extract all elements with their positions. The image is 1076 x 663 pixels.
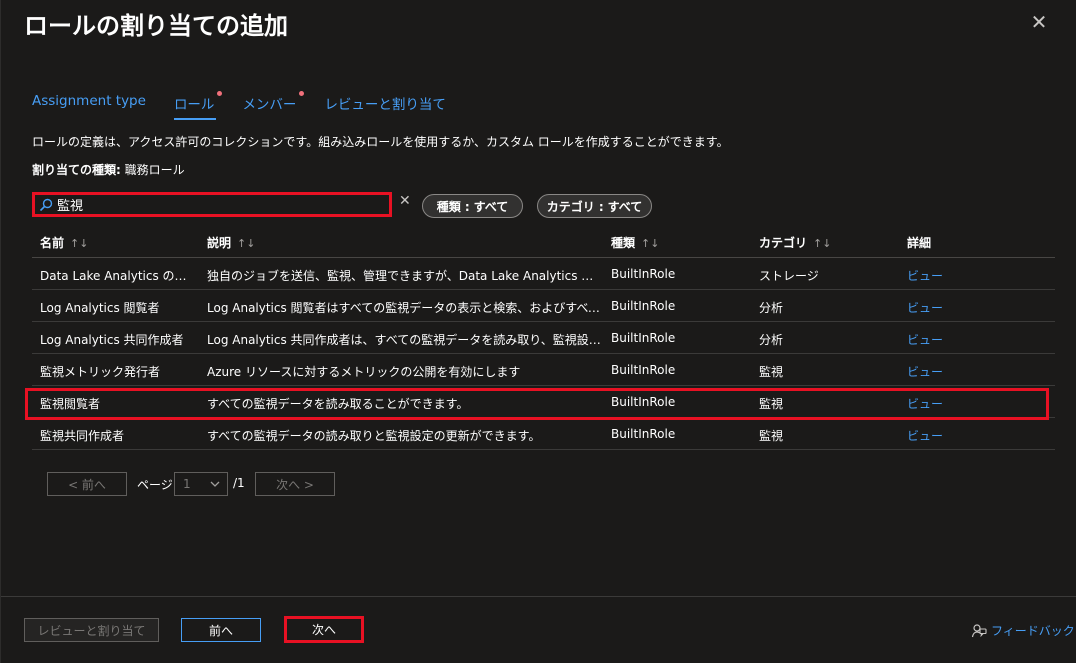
role-category: 監視 (759, 429, 784, 443)
clear-search-icon[interactable]: ✕ (399, 193, 411, 209)
role-type: BuiltInRole (611, 363, 676, 377)
role-name: Data Lake Analytics の開... (40, 269, 195, 283)
next-button[interactable]: 次へ (284, 616, 364, 643)
table-row[interactable]: Log Analytics 共同作成者 Log Analytics 共同作成者は… (32, 322, 1055, 354)
role-description-text: ロールの定義は、アクセス許可のコレクションです。組み込みロールを使用するか、カス… (32, 135, 729, 149)
tab-bar: Assignment type ロール メンバー レビューと割り当て (32, 88, 474, 120)
role-description: Log Analytics 共同作成者は、すべての監視データを読み取り、監視設定… (207, 333, 602, 347)
tab-label: メンバー (242, 97, 297, 113)
category-filter-label: カテゴリ : (546, 199, 604, 214)
table-row[interactable]: Data Lake Analytics の開... 独自のジョブを送信、監視、管… (32, 258, 1055, 290)
role-type: BuiltInRole (611, 267, 676, 281)
tab-label: Assignment type (32, 93, 146, 109)
footer-bar: レビューと割り当て 前へ 次へ フィードバック (1, 596, 1076, 663)
feedback-icon (971, 623, 987, 639)
role-category: 分析 (759, 333, 784, 347)
role-description: すべての監視データの読み取りと監視設定の更新ができます。 (207, 429, 541, 443)
table-row-selected[interactable]: 監視閲覧者 すべての監視データを読み取ることができます。 BuiltInRole… (32, 386, 1055, 418)
category-filter-value: すべて (607, 199, 643, 214)
more-icon[interactable]: ··· (273, 10, 288, 29)
column-header-type[interactable]: 種類 ↑↓ (611, 234, 741, 251)
tab-members[interactable]: メンバー (242, 88, 305, 118)
tab-assignment-type[interactable]: Assignment type (32, 88, 146, 118)
assignment-type-label: 割り当ての種類: (32, 163, 121, 177)
role-name: 監視閲覧者 (40, 397, 101, 411)
table-row[interactable]: 監視メトリック発行者 Azure リソースに対するメトリックの公開を有効にします… (32, 354, 1055, 386)
page-total: /1 (233, 476, 245, 490)
column-header-name[interactable]: 名前 ↑↓ (40, 234, 195, 251)
close-icon[interactable]: ✕ (1029, 12, 1049, 32)
role-description: Log Analytics 閲覧者はすべての監視データの表示と検索、およびすべて… (207, 301, 602, 315)
page-select-value: 1 (183, 477, 191, 491)
assignment-type-value: 職務ロール (124, 163, 185, 177)
column-header-label: 種類 (611, 236, 636, 250)
role-type: BuiltInRole (611, 395, 676, 409)
role-category: ストレージ (759, 269, 819, 283)
type-filter-value: すべて (473, 199, 509, 214)
role-category: 分析 (759, 301, 784, 315)
required-dot-icon (299, 91, 305, 96)
table-row[interactable]: 監視共同作成者 すべての監視データの読み取りと監視設定の更新ができます。 Bui… (32, 418, 1055, 450)
roles-table: 名前 ↑↓ 説明 ↑↓ 種類 ↑↓ カテゴリ ↑↓ 詳細 Data Lake Analy… (32, 226, 1055, 450)
column-header-category[interactable]: カテゴリ ↑↓ (759, 234, 889, 251)
column-header-details: 詳細 (907, 236, 932, 250)
search-icon (39, 198, 53, 212)
role-name: Log Analytics 共同作成者 (40, 333, 184, 347)
sort-icon: ↑↓ (641, 237, 660, 250)
search-input[interactable] (57, 197, 377, 212)
table-header: 名前 ↑↓ 説明 ↑↓ 種類 ↑↓ カテゴリ ↑↓ 詳細 (32, 226, 1055, 258)
role-category: 監視 (759, 365, 784, 379)
role-name: Log Analytics 閲覧者 (40, 301, 160, 315)
feedback-link[interactable]: フィードバック (971, 622, 1075, 639)
type-filter-button[interactable]: 種類 : すべて (422, 194, 523, 218)
role-name: 監視メトリック発行者 (40, 365, 161, 379)
page-title: ロールの割り当ての追加 (24, 12, 288, 40)
view-details-link[interactable]: ビュー (907, 363, 987, 380)
view-details-link[interactable]: ビュー (907, 395, 987, 412)
column-header-label: カテゴリ (759, 236, 808, 250)
role-name: 監視共同作成者 (40, 429, 125, 443)
view-details-link[interactable]: ビュー (907, 427, 987, 444)
role-type: BuiltInRole (611, 299, 676, 313)
feedback-label: フィードバック (991, 624, 1075, 638)
sort-icon: ↑↓ (237, 237, 256, 250)
sort-icon: ↑↓ (70, 237, 89, 250)
view-details-link[interactable]: ビュー (907, 299, 987, 316)
type-filter-label: 種類 : (436, 199, 470, 214)
required-dot-icon (217, 91, 223, 96)
page-label: ページ (137, 478, 173, 492)
table-row[interactable]: Log Analytics 閲覧者 Log Analytics 閲覧者はすべての… (32, 290, 1055, 322)
view-details-link[interactable]: ビュー (907, 267, 987, 284)
pager-next-button[interactable]: 次へ > (255, 472, 335, 496)
tab-role[interactable]: ロール (173, 88, 223, 120)
add-role-assignment-panel: ロールの割り当ての追加 ··· ✕ Assignment type ロール メン… (0, 0, 1076, 663)
role-type: BuiltInRole (611, 427, 676, 441)
role-category: 監視 (759, 397, 784, 411)
review-assign-button[interactable]: レビューと割り当て (24, 618, 159, 642)
role-description: すべての監視データを読み取ることができます。 (207, 397, 469, 411)
column-header-description[interactable]: 説明 ↑↓ (207, 234, 602, 251)
sort-icon: ↑↓ (813, 237, 832, 250)
chevron-down-icon (209, 473, 221, 503)
previous-button[interactable]: 前へ (181, 618, 261, 642)
pager-prev-button[interactable]: < 前へ (47, 472, 127, 496)
role-type: BuiltInRole (611, 331, 676, 345)
tab-review-assign[interactable]: レビューと割り当て (324, 88, 446, 118)
column-header-label: 名前 (40, 236, 65, 250)
page-select[interactable]: 1 (174, 472, 228, 496)
role-description: 独自のジョブを送信、監視、管理できますが、Data Lake Analytics… (207, 269, 602, 283)
category-filter-button[interactable]: カテゴリ : すべて (537, 194, 652, 218)
role-description: Azure リソースに対するメトリックの公開を有効にします (207, 365, 521, 379)
search-box[interactable] (32, 192, 392, 217)
tab-label: レビューと割り当て (324, 97, 446, 113)
view-details-link[interactable]: ビュー (907, 331, 987, 348)
tab-label: ロール (173, 97, 215, 113)
column-header-label: 説明 (207, 236, 232, 250)
assignment-type-text: 割り当ての種類: 職務ロール (32, 161, 185, 178)
